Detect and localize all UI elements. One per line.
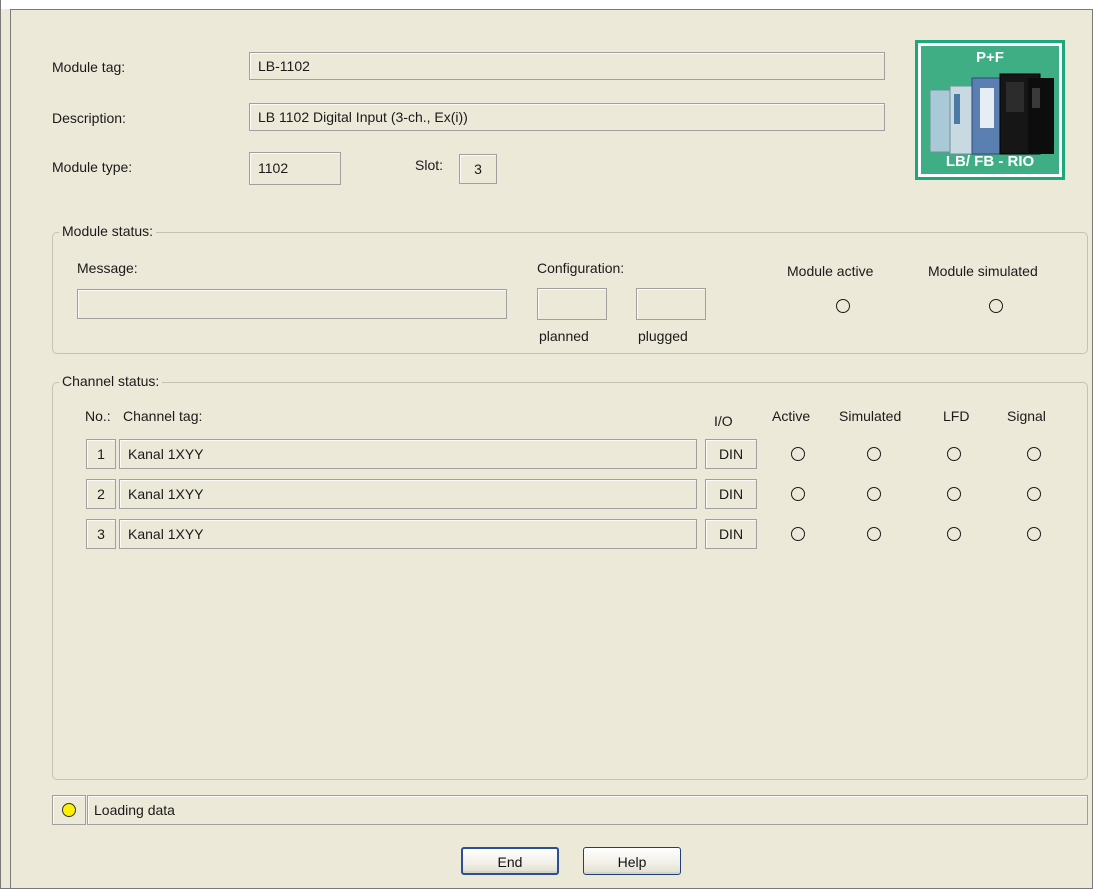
module-active-indicator [836,299,850,313]
logo-bottom-text: LB/ FB - RIO [945,153,1035,170]
module-type-label: Module type: [52,159,133,175]
planned-label: planned [539,328,589,344]
channel-signal-indicator [1027,527,1041,541]
channel-io-cell: DIN [705,519,757,549]
header-io: I/O [714,413,733,429]
dialog-top-margin [1,0,1093,9]
channel-active-indicator [791,447,805,461]
help-button[interactable]: Help [583,847,681,875]
status-indicator-icon [62,803,76,817]
end-button[interactable]: End [461,847,559,875]
channel-signal-indicator [1027,447,1041,461]
channel-active-indicator [791,487,805,501]
channel-tag-cell: Kanal 1XYY [119,439,697,469]
module-tag-label: Module tag: [52,59,126,75]
module-active-label: Module active [787,263,874,279]
channel-no-cell: 3 [86,519,116,549]
channel-no-cell: 2 [86,479,116,509]
header-no: No.: [85,408,111,424]
description-label: Description: [52,110,126,126]
channel-lfd-indicator [947,447,961,461]
channel-lfd-indicator [947,527,961,541]
channel-io-cell: DIN [705,439,757,469]
header-channel-tag: Channel tag: [123,408,203,424]
channel-simulated-indicator [867,447,881,461]
planned-field [537,288,607,320]
configuration-label: Configuration: [537,260,625,276]
slot-label: Slot: [415,157,444,173]
description-field: LB 1102 Digital Input (3-ch., Ex(i)) [249,103,885,131]
module-simulated-indicator [989,299,1003,313]
channel-active-indicator [791,527,805,541]
slot-field: 3 [459,154,497,184]
plugged-label: plugged [638,328,688,344]
module-status-title: Module status: [59,223,157,239]
channel-tag-cell: Kanal 1XYY [119,479,697,509]
message-label: Message: [77,260,138,276]
status-indicator-box [52,795,86,825]
module-dialog: Module tag: LB-1102 Description: LB 1102… [0,0,1093,889]
header-signal: Signal [1007,408,1046,424]
channel-tag-cell: Kanal 1XYY [119,519,697,549]
channel-simulated-indicator [867,487,881,501]
status-message-field: Loading data [87,795,1088,825]
logo-graphic: P+F LB/ FB - RIO [921,46,1059,174]
module-tag-field: LB-1102 [249,52,885,80]
channel-no-cell: 1 [86,439,116,469]
plugged-field [636,288,706,320]
module-simulated-label: Module simulated [928,263,1038,279]
channel-lfd-indicator [947,487,961,501]
channel-io-cell: DIN [705,479,757,509]
message-field [77,289,507,319]
header-simulated: Simulated [839,408,902,424]
header-lfd: LFD [943,408,970,424]
header-active: Active [772,408,811,424]
pf-rio-logo: P+F LB/ FB - RIO [915,40,1065,180]
module-type-field: 1102 [249,152,341,185]
rio-modules-image [929,73,1054,155]
channel-status-title: Channel status: [59,373,163,389]
channel-simulated-indicator [867,527,881,541]
channel-signal-indicator [1027,487,1041,501]
logo-top-text: P+F [976,49,1004,66]
